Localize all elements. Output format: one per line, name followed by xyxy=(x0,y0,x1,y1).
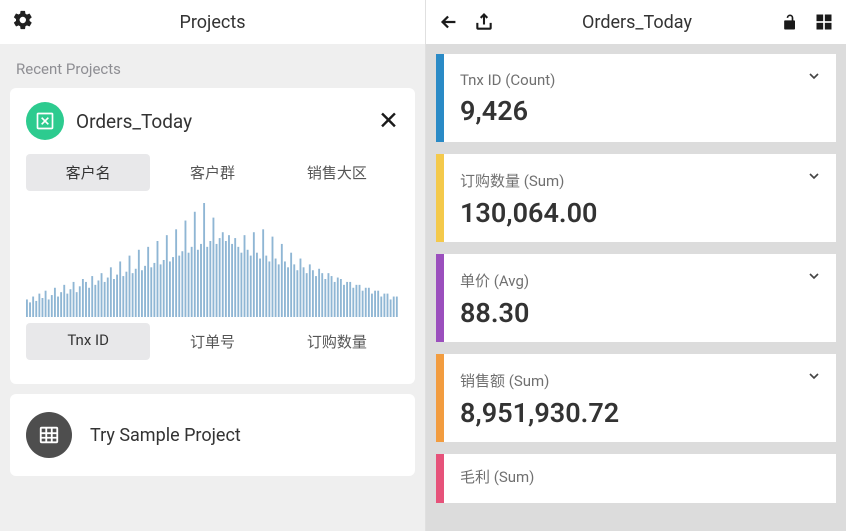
metric-color-bar xyxy=(436,354,444,442)
chevron-down-icon[interactable] xyxy=(806,268,822,288)
tab-tnx-id[interactable]: Tnx ID xyxy=(26,323,150,360)
distribution-chart xyxy=(26,197,399,317)
metric-color-bar xyxy=(436,154,444,242)
table-icon xyxy=(26,412,72,458)
metric-card[interactable]: 毛利 (Sum) xyxy=(436,454,836,503)
metric-color-bar xyxy=(436,454,444,503)
projects-body: Recent Projects Orders_Today ✕ 客户名 客户群 销… xyxy=(0,44,425,531)
metric-color-bar xyxy=(436,54,444,142)
metric-value: 9,426 xyxy=(460,95,820,127)
chevron-down-icon[interactable] xyxy=(806,68,822,88)
metric-value: 88.30 xyxy=(460,297,820,329)
metric-card[interactable]: 订购数量 (Sum) 130,064.00 xyxy=(436,154,836,242)
close-icon[interactable]: ✕ xyxy=(378,109,399,134)
chevron-down-icon[interactable] xyxy=(806,168,822,188)
projects-title: Projects xyxy=(0,12,425,33)
metric-content: 订购数量 (Sum) 130,064.00 xyxy=(444,154,836,242)
metric-label: 订购数量 (Sum) xyxy=(460,170,820,191)
detail-title: Orders_Today xyxy=(508,12,766,33)
metric-content: 单价 (Avg) 88.30 xyxy=(444,254,836,342)
try-sample-label: Try Sample Project xyxy=(90,425,241,446)
metric-card[interactable]: 销售额 (Sum) 8,951,930.72 xyxy=(436,354,836,442)
settings-icon[interactable] xyxy=(12,9,34,35)
metric-value: 8,951,930.72 xyxy=(460,397,820,429)
detail-panel: Orders_Today Tnx ID (Count) 9,426 订购数量 (Su… xyxy=(426,0,846,531)
chevron-down-icon[interactable] xyxy=(806,368,822,388)
projects-header: Projects xyxy=(0,0,425,44)
tab-order-qty[interactable]: 订购数量 xyxy=(275,323,399,360)
unlock-icon[interactable] xyxy=(780,12,800,32)
metric-content: 毛利 (Sum) xyxy=(444,454,836,503)
metrics-list: Tnx ID (Count) 9,426 订购数量 (Sum) 130,064.00 单… xyxy=(426,44,846,531)
tab-customer-name[interactable]: 客户名 xyxy=(26,154,150,191)
metric-label: Tnx ID (Count) xyxy=(460,71,820,89)
tab-customer-group[interactable]: 客户群 xyxy=(150,154,274,191)
tabs-top: 客户名 客户群 销售大区 xyxy=(26,154,399,191)
recent-projects-label: Recent Projects xyxy=(10,54,415,78)
try-sample-card[interactable]: Try Sample Project xyxy=(10,394,415,476)
metric-card[interactable]: Tnx ID (Count) 9,426 xyxy=(436,54,836,142)
tabs-bottom: Tnx ID 订单号 订购数量 xyxy=(26,323,399,360)
metric-label: 单价 (Avg) xyxy=(460,270,820,291)
metric-label: 毛利 (Sum) xyxy=(460,466,820,487)
back-icon[interactable] xyxy=(438,11,460,33)
metric-value: 130,064.00 xyxy=(460,197,820,229)
tab-order-no[interactable]: 订单号 xyxy=(150,323,274,360)
grid-icon[interactable] xyxy=(814,12,834,32)
project-card[interactable]: Orders_Today ✕ 客户名 客户群 销售大区 Tnx ID 订单号 订… xyxy=(10,88,415,384)
excel-icon xyxy=(26,102,64,140)
project-card-header: Orders_Today ✕ xyxy=(26,102,399,140)
metric-card[interactable]: 单价 (Avg) 88.30 xyxy=(436,254,836,342)
projects-panel: Projects Recent Projects Orders_Today ✕ … xyxy=(0,0,426,531)
share-icon[interactable] xyxy=(474,12,494,32)
tab-sales-region[interactable]: 销售大区 xyxy=(275,154,399,191)
metric-content: Tnx ID (Count) 9,426 xyxy=(444,54,836,142)
detail-header: Orders_Today xyxy=(426,0,846,44)
metric-label: 销售额 (Sum) xyxy=(460,370,820,391)
project-name: Orders_Today xyxy=(76,110,366,133)
metric-content: 销售额 (Sum) 8,951,930.72 xyxy=(444,354,836,442)
metric-color-bar xyxy=(436,254,444,342)
